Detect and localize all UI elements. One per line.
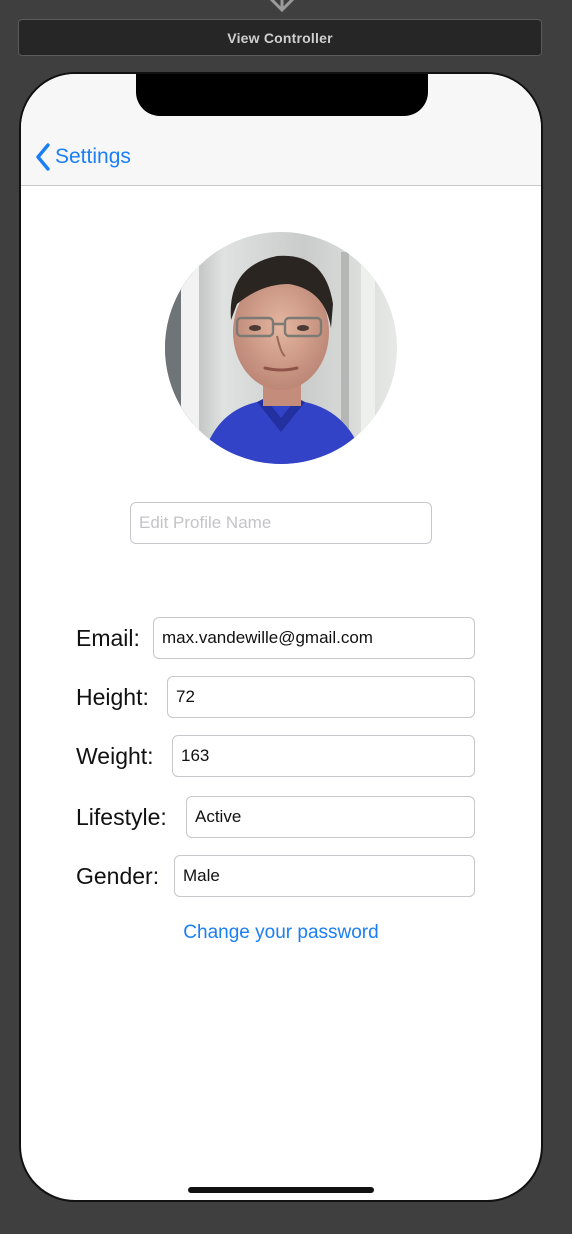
height-label: Height: — [76, 684, 149, 710]
back-button[interactable]: Settings — [35, 140, 131, 174]
profile-photo — [165, 232, 397, 464]
home-indicator — [188, 1187, 374, 1193]
storyboard-canvas: View Controller Settings Edit Profile Na… — [0, 0, 572, 1234]
segue-arrow-icon — [269, 0, 295, 13]
height-field[interactable] — [167, 676, 475, 718]
scene-title-bar[interactable]: View Controller — [18, 19, 542, 56]
weight-field[interactable] — [172, 735, 475, 777]
email-label: Email: — [76, 625, 140, 651]
scene-title: View Controller — [227, 29, 333, 46]
back-button-label: Settings — [55, 145, 131, 168]
chevron-left-icon — [36, 143, 50, 171]
lifestyle-field[interactable] — [186, 796, 475, 838]
gender-field[interactable] — [174, 855, 475, 897]
email-field[interactable] — [153, 617, 475, 659]
weight-label: Weight: — [76, 743, 154, 769]
profile-name-input[interactable] — [130, 502, 432, 544]
profile-avatar[interactable] — [165, 232, 397, 464]
change-password-button[interactable]: Change your password — [21, 922, 541, 944]
gender-label: Gender: — [76, 863, 160, 889]
device-frame: Settings Edit Profile Name Email: max.va… — [19, 72, 543, 1202]
lifestyle-label: Lifestyle: — [76, 804, 167, 830]
device-notch — [136, 74, 428, 116]
